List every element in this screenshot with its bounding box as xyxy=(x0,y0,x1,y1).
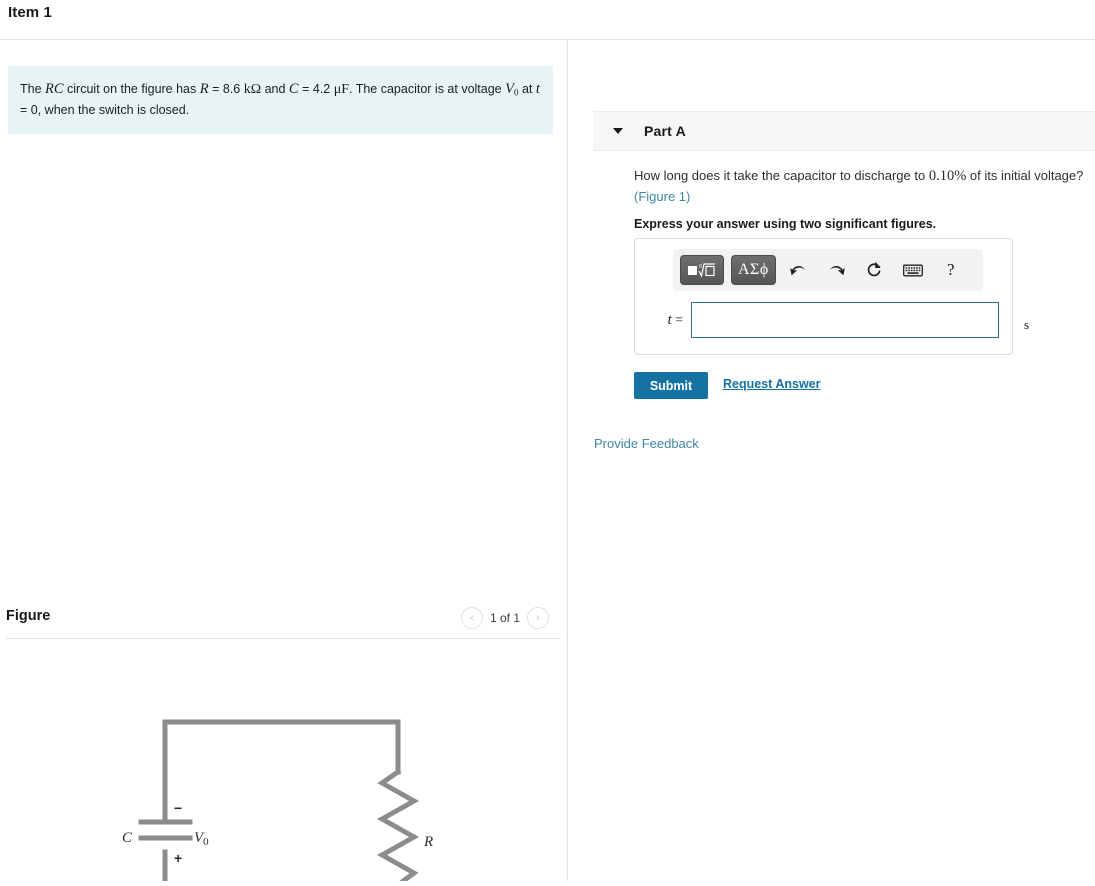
capacitor-plus-sign: + xyxy=(174,850,182,866)
reset-icon[interactable] xyxy=(860,255,890,285)
problem-text-tail: = 0, when the switch is closed. xyxy=(20,102,190,117)
part-a-title: Part A xyxy=(644,123,686,139)
answer-variable-label: t = xyxy=(647,312,683,329)
figure-pager: ‹ 1 of 1 › xyxy=(460,607,549,629)
help-icon[interactable]: ? xyxy=(936,255,966,285)
problem-v-symbol: V xyxy=(505,81,514,97)
figure-section: Figure ‹ 1 of 1 › C V0 R − + xyxy=(0,560,567,886)
math-template-icon[interactable]: 0 xyxy=(680,255,724,285)
question-tail: of its initial voltage? xyxy=(966,168,1084,183)
capacitor-label: C xyxy=(122,830,133,846)
keyboard-glyph xyxy=(902,264,923,276)
provide-feedback-link[interactable]: Provide Feedback xyxy=(594,436,699,451)
figure-page-indicator: 1 of 1 xyxy=(489,611,520,625)
problem-t-symbol: t xyxy=(535,81,540,97)
problem-statement: The RC circuit on the figure has R = 8.6… xyxy=(8,66,553,135)
circuit-diagram: C V0 R S − + xyxy=(0,640,567,886)
question-lead: How long does it take the capacitor to d… xyxy=(634,168,929,183)
answer-entry-box: 0 ΑΣϕ ? t = xyxy=(634,238,1013,355)
capacitor-minus-sign: − xyxy=(174,800,182,816)
problem-r-unit: kΩ xyxy=(243,82,262,97)
figure-heading: Figure xyxy=(6,608,51,624)
undo-icon[interactable] xyxy=(784,255,814,285)
problem-c-symbol: C xyxy=(288,81,299,97)
submit-button[interactable]: Submit xyxy=(634,372,708,399)
request-answer-link[interactable]: Request Answer xyxy=(723,377,820,391)
answer-var: t xyxy=(667,311,672,328)
greek-symbols-icon[interactable]: ΑΣϕ xyxy=(731,255,776,285)
problem-r-symbol: R xyxy=(199,81,209,97)
answer-toolbar: 0 ΑΣϕ ? xyxy=(673,249,983,291)
caret-down-icon[interactable] xyxy=(613,128,623,134)
question-percent-value: 0.10% xyxy=(928,168,967,184)
chevron-right-icon[interactable]: › xyxy=(527,607,549,629)
express-answer-note: Express your answer using two significan… xyxy=(634,217,937,231)
question-text: How long does it take the capacitor to d… xyxy=(634,166,1094,207)
problem-c-unit: μF xyxy=(333,82,349,97)
page-title: Item 1 xyxy=(8,4,52,21)
reset-glyph xyxy=(868,261,881,276)
math-template-glyph: 0 xyxy=(688,262,715,278)
right-pane: Part A How long does it take the capacit… xyxy=(569,40,1095,881)
problem-text-mid3: . The capacitor is at voltage xyxy=(349,82,506,96)
circuit-svg: C V0 R S − + xyxy=(122,719,433,886)
answer-input[interactable] xyxy=(691,302,999,338)
problem-text-lead: The xyxy=(20,82,46,96)
figure-1-link[interactable]: (Figure 1) xyxy=(634,189,690,204)
redo-glyph xyxy=(830,265,846,275)
problem-text-mid1: circuit on the figure has xyxy=(63,82,200,96)
page-root: Item 1 The RC circuit on the figure has … xyxy=(0,0,1095,886)
redo-icon[interactable] xyxy=(822,255,852,285)
problem-c-value: = 4.2 xyxy=(298,82,334,96)
answer-input-row: t = xyxy=(647,301,1002,339)
item-header-bar: Item 1 xyxy=(0,0,1095,40)
resistor-zigzag xyxy=(376,768,420,886)
problem-r-value: = 8.6 xyxy=(208,82,244,96)
left-pane: The RC circuit on the figure has R = 8.6… xyxy=(0,40,568,886)
chevron-left-icon[interactable]: ‹ xyxy=(460,607,483,629)
part-a-header[interactable]: Part A xyxy=(593,111,1095,151)
keyboard-icon[interactable] xyxy=(898,255,928,285)
problem-text-mid4: at xyxy=(518,82,536,96)
figure-divider xyxy=(6,638,561,639)
problem-text-mid2: and xyxy=(261,82,289,96)
answer-equals: = xyxy=(675,312,683,328)
svg-text:0: 0 xyxy=(699,264,702,270)
resistor-label: R xyxy=(423,834,433,850)
problem-rc-symbol: RC xyxy=(45,81,64,97)
answer-unit-label: s xyxy=(1024,317,1030,332)
voltage-label: V0 xyxy=(194,830,209,848)
undo-glyph xyxy=(790,265,806,275)
